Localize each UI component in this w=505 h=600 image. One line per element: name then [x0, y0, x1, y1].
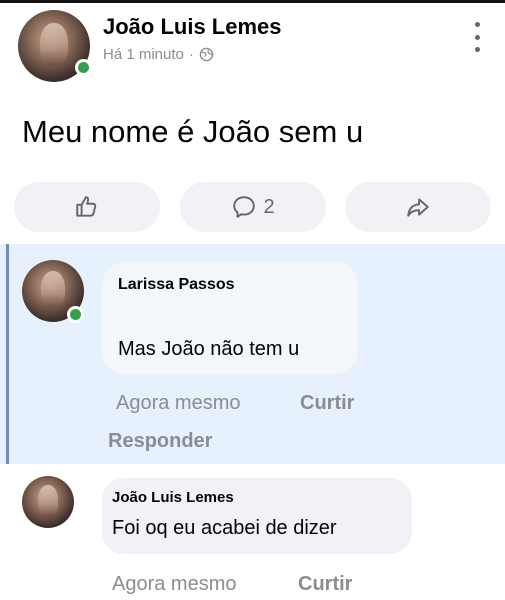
comment-author-name[interactable]: Larissa Passos [118, 276, 235, 294]
share-button[interactable] [345, 182, 491, 232]
post-time[interactable]: Há 1 minuto [103, 46, 184, 63]
reply-like-link[interactable]: Curtir [298, 573, 352, 596]
comment-text: Mas João não tem u [118, 338, 300, 360]
like-button[interactable] [14, 182, 160, 232]
comment-reply-link[interactable]: Responder [108, 430, 212, 453]
comment-like-link[interactable]: Curtir [300, 392, 354, 415]
comment-bubble-icon [233, 196, 256, 218]
share-arrow-icon [407, 198, 429, 217]
reply-author-avatar[interactable] [22, 476, 74, 528]
post-meta: Há 1 minuto · [103, 46, 214, 63]
comment-count: 2 [263, 195, 275, 218]
post-author-name[interactable]: João Luis Lemes [103, 14, 282, 40]
more-options-icon[interactable] [470, 22, 484, 52]
globe-icon [199, 47, 214, 62]
comment-button[interactable]: 2 [180, 182, 326, 232]
top-border [0, 0, 505, 3]
reply-time: Agora mesmo [112, 573, 237, 595]
online-status-dot [67, 306, 84, 323]
post-text: Meu nome é João sem u [22, 114, 364, 149]
reply-author-name[interactable]: João Luis Lemes [112, 489, 234, 506]
reply-text: Foi oq eu acabei de dizer [112, 517, 337, 539]
highlight-bar [6, 244, 9, 464]
like-thumb-icon [76, 196, 97, 217]
comment-time: Agora mesmo [116, 392, 241, 414]
meta-separator: · [188, 46, 194, 63]
online-status-dot [75, 59, 92, 76]
